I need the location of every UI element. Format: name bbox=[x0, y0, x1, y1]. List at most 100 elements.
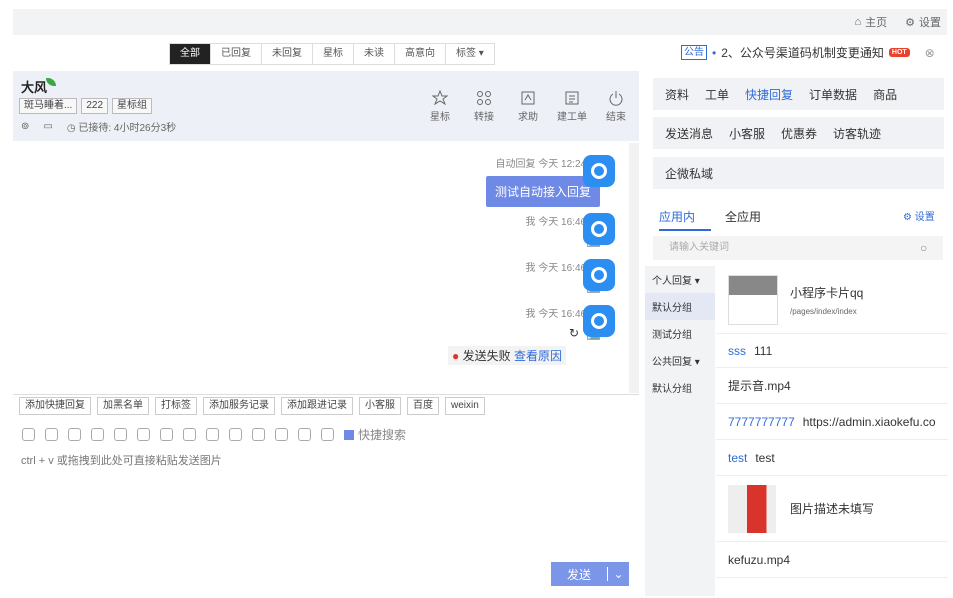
upload-icon[interactable] bbox=[183, 428, 196, 441]
filter-unreplied[interactable]: 未回复 bbox=[262, 44, 313, 64]
view-reason-link[interactable]: 查看原因 bbox=[514, 349, 562, 363]
card-icon[interactable] bbox=[298, 428, 311, 441]
power-icon bbox=[609, 91, 623, 106]
tab-coupon[interactable]: 优惠券 bbox=[781, 125, 817, 142]
quick-search-toggle[interactable]: 快捷搜索 bbox=[344, 426, 406, 443]
form-icon[interactable] bbox=[229, 428, 242, 441]
tab-all-apps[interactable]: 全应用 bbox=[725, 208, 761, 225]
notice-text: 2、公众号渠道码机制变更通知 bbox=[721, 46, 884, 60]
list-item[interactable]: test test bbox=[716, 440, 948, 476]
customer-tag: 斑马睡着... bbox=[19, 98, 78, 114]
close-icon[interactable]: ⊗ bbox=[925, 46, 935, 60]
list-item[interactable]: 图片描述未填写 bbox=[716, 476, 948, 542]
filter-replied[interactable]: 已回复 bbox=[211, 44, 262, 64]
help-button[interactable]: 求助 bbox=[506, 90, 550, 123]
list-item[interactable]: 提示音.mp4 bbox=[716, 368, 948, 404]
settings-link[interactable]: ⚙ 设置 bbox=[905, 14, 941, 30]
file-icon[interactable] bbox=[275, 428, 288, 441]
tag-button[interactable]: 打标签 bbox=[155, 396, 197, 415]
group-personal[interactable]: 个人回复 ▾ bbox=[645, 266, 715, 293]
folder-icon[interactable] bbox=[160, 428, 173, 441]
notice-bar[interactable]: 公告 • 2、公众号渠道码机制变更通知 HOT ⊗ bbox=[681, 44, 935, 61]
tab-wecom[interactable]: 企微私域 bbox=[665, 165, 713, 182]
mail-icon[interactable] bbox=[206, 428, 219, 441]
transfer-button[interactable]: 转接 bbox=[462, 90, 506, 123]
group-public-default[interactable]: 默认分组 bbox=[645, 374, 715, 401]
tab-visitor-track[interactable]: 访客轨迹 bbox=[833, 125, 881, 142]
logo-icon[interactable] bbox=[114, 428, 127, 441]
star-button[interactable]: 星标 bbox=[418, 90, 462, 123]
keyword-search-input[interactable]: 请输入关键词 bbox=[653, 236, 943, 260]
customer-tag: 222 bbox=[81, 98, 109, 114]
filter-tabs: 全部 已回复 未回复 星标 未读 高意向 标签 ▾ bbox=[169, 43, 495, 65]
list-item[interactable]: kefuzu.mp4 bbox=[716, 542, 948, 578]
add-quick-reply-button[interactable]: 添加快捷回复 bbox=[19, 396, 91, 415]
filter-all[interactable]: 全部 bbox=[170, 44, 211, 64]
location-icon: ⊚ bbox=[21, 121, 30, 132]
filter-unread[interactable]: 未读 bbox=[354, 44, 395, 64]
clock-icon: ◷ bbox=[66, 123, 76, 134]
search-icon[interactable] bbox=[137, 428, 150, 441]
tab-ticket[interactable]: 工单 bbox=[705, 86, 729, 103]
send-button[interactable]: 发送 ⌄ bbox=[551, 562, 629, 586]
panel-tabs-3: 企微私域 bbox=[653, 157, 944, 189]
emoji-icon[interactable] bbox=[68, 428, 81, 441]
tab-products[interactable]: 商品 bbox=[873, 86, 897, 103]
avatar bbox=[583, 305, 615, 337]
wait-time: ◷ 已接待: 4小时26分3秒 bbox=[66, 123, 177, 134]
customer-meta: ⊚ ▭ ◷ 已接待: 4小时26分3秒 bbox=[21, 119, 176, 134]
customer-tag: 星标组 bbox=[112, 98, 153, 114]
list-item[interactable]: 7777777777 https://admin.xiaokefu.co... bbox=[716, 404, 948, 440]
list-item[interactable]: sss 111 bbox=[716, 334, 948, 368]
subtabs: 应用内 全应用 bbox=[659, 208, 761, 225]
mic-icon[interactable] bbox=[321, 428, 334, 441]
error-icon: ● bbox=[452, 349, 460, 363]
header-actions: 星标 转接 求助 建工单 结束 bbox=[418, 90, 638, 123]
filter-high-intent[interactable]: 高意向 bbox=[395, 44, 446, 64]
star-icon bbox=[432, 90, 448, 106]
tab-in-app[interactable]: 应用内 bbox=[659, 208, 695, 225]
group-default[interactable]: 默认分组 bbox=[645, 293, 715, 320]
scissors-icon[interactable] bbox=[91, 428, 104, 441]
input-hint[interactable]: ctrl + v 或拖拽到此处可直接粘贴发送图片 bbox=[21, 452, 222, 468]
resend-icon[interactable]: ↻ bbox=[569, 326, 579, 340]
create-ticket-button[interactable]: 建工单 bbox=[550, 90, 594, 123]
clock-icon[interactable] bbox=[45, 428, 58, 441]
filter-tags[interactable]: 标签 ▾ bbox=[446, 44, 494, 64]
quick-reply-list: 小程序卡片qq/pages/index/index sss 111 提示音.mp4… bbox=[716, 266, 948, 578]
gear-icon: ⚙ bbox=[905, 16, 915, 29]
customer-name: 大风 bbox=[21, 80, 48, 95]
avatar bbox=[583, 259, 615, 291]
input-icons: 快捷搜索 bbox=[22, 426, 406, 443]
add-service-record-button[interactable]: 添加服务记录 bbox=[203, 396, 275, 415]
filter-starred[interactable]: 星标 bbox=[313, 44, 354, 64]
ticket-icon bbox=[565, 91, 579, 105]
list-item[interactable]: 小程序卡片qq/pages/index/index bbox=[716, 266, 948, 334]
send-failed-notice: ● 发送失败 查看原因 bbox=[448, 346, 566, 365]
home-link[interactable]: ⌂ 主页 bbox=[854, 14, 887, 30]
checkbox-icon bbox=[344, 429, 354, 440]
panel-settings-link[interactable]: ⚙ 设置 bbox=[903, 208, 935, 223]
chat-scrollbar[interactable] bbox=[629, 143, 639, 393]
video-icon[interactable] bbox=[252, 428, 265, 441]
tab-profile[interactable]: 资料 bbox=[665, 86, 689, 103]
tab-xiaokefu[interactable]: 小客服 bbox=[729, 125, 765, 142]
end-button[interactable]: 结束 bbox=[594, 90, 638, 123]
blacklist-button[interactable]: 加黑名单 bbox=[97, 396, 149, 415]
chevron-down-icon[interactable]: ⌄ bbox=[607, 567, 629, 581]
image-icon[interactable] bbox=[22, 428, 35, 441]
baidu-button[interactable]: 百度 bbox=[407, 396, 439, 415]
weixin-button[interactable]: weixin bbox=[445, 396, 485, 415]
tab-quick-reply[interactable]: 快捷回复 bbox=[745, 86, 793, 103]
tab-send-message[interactable]: 发送消息 bbox=[665, 125, 713, 142]
image-thumbnail bbox=[728, 484, 776, 533]
panel-tabs-1: 资料 工单 快捷回复 订单数据 商品 bbox=[653, 78, 944, 110]
xiaokefu-button[interactable]: 小客服 bbox=[359, 396, 401, 415]
tab-order-data[interactable]: 订单数据 bbox=[809, 86, 857, 103]
search-icon[interactable]: ○ bbox=[920, 241, 927, 255]
hot-badge: HOT bbox=[888, 48, 910, 57]
add-follow-record-button[interactable]: 添加跟进记录 bbox=[281, 396, 353, 415]
customer-tags: 斑马睡着... 222 星标组 bbox=[19, 98, 153, 114]
group-public[interactable]: 公共回复 ▾ bbox=[645, 347, 715, 374]
group-test[interactable]: 测试分组 bbox=[645, 320, 715, 347]
